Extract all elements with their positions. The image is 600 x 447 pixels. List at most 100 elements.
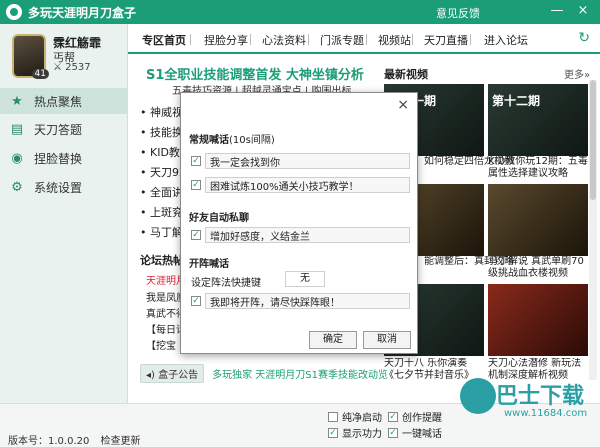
tab-sects[interactable]: 门派专题 xyxy=(320,32,364,48)
minimize-button[interactable]: — xyxy=(548,2,566,20)
points-icon: ⚔ xyxy=(53,62,62,73)
tab-separator xyxy=(250,34,251,45)
notice-text[interactable]: 多玩独家 天涯明月刀S1赛季技能改动览 xyxy=(212,366,388,381)
list-item[interactable]: • 马丁解 xyxy=(140,224,183,240)
cancel-button[interactable]: 取消 xyxy=(363,331,411,349)
section-subtitle: (10s间隔) xyxy=(229,135,275,146)
close-button[interactable]: × xyxy=(574,2,592,20)
gear-icon: ⚙ xyxy=(11,179,23,195)
tab-separator xyxy=(412,34,413,45)
star-icon: ★ xyxy=(11,93,23,109)
checkbox-label: 纯净启动 xyxy=(342,413,382,424)
section-auto-chat: 好友自动私聊 xyxy=(189,213,249,224)
checkbox[interactable]: ✓ xyxy=(191,180,201,190)
app-logo-icon xyxy=(6,4,22,20)
video-thumb-text: 第十二期 xyxy=(492,94,541,108)
video-caption[interactable]: KID教你玩12期：五毒属性选择建议攻略 xyxy=(488,156,590,180)
video-thumbnail[interactable] xyxy=(488,284,588,356)
headline-link[interactable]: S1全职业技能调整首发 大神坐镇分析 xyxy=(146,64,364,83)
shout-message-field[interactable]: 我一定会找到你 xyxy=(205,153,410,169)
checkbox[interactable]: ✓ xyxy=(388,427,398,438)
sidebar-item-face[interactable]: ◉ 捏脸替换 xyxy=(0,145,127,171)
section-title: 常规喊话 xyxy=(189,135,229,146)
tab-live[interactable]: 天刀直播 xyxy=(424,32,468,48)
dialog-close-icon[interactable]: × xyxy=(397,97,409,113)
checkbox-show-power[interactable]: ✓ 显示功力 xyxy=(328,425,382,440)
checkbox[interactable]: ✓ xyxy=(388,411,398,422)
shout-message-field[interactable]: 困难试炼100%通关小技巧教学！ xyxy=(205,177,410,193)
checkbox-label: 显示功力 xyxy=(342,429,382,440)
notice-label[interactable]: ◂) 盒子公告 xyxy=(140,364,205,383)
video-caption[interactable]: 马丁解说 真武单刷70级挑战血衣楼视频 xyxy=(488,256,590,280)
ok-button[interactable]: 确定 xyxy=(309,331,357,349)
tab-forum[interactable]: 进入论坛 xyxy=(484,32,528,48)
user-points: ⚔ 2537 xyxy=(53,62,91,73)
hot-posts-title: 论坛热帖 xyxy=(140,254,184,267)
news-title: 马丁解 xyxy=(150,226,183,239)
video-thumbnail[interactable]: 第十二期 xyxy=(488,84,588,156)
list-item[interactable]: • 上斑兖 xyxy=(140,204,183,220)
face-icon: ◉ xyxy=(11,150,23,166)
section-regular-shout: 常规喊话(10s间隔) xyxy=(189,131,275,146)
scrollbar-thumb[interactable] xyxy=(590,80,596,200)
section-formation-shout: 开阵喊话 xyxy=(189,259,229,270)
notice-bar: ◂) 盒子公告 多玩独家 天涯明月刀S1赛季技能改动览 xyxy=(140,364,388,383)
tab-separator xyxy=(366,34,367,45)
avatar[interactable]: 41 xyxy=(12,34,49,79)
videos-scrollbar[interactable] xyxy=(589,80,597,380)
checkbox[interactable] xyxy=(328,411,338,422)
tab-home[interactable]: 专区首页 xyxy=(142,32,186,48)
checkbox-pure-start[interactable]: 纯净启动 xyxy=(328,409,382,424)
hot-post-link[interactable]: 【挖宝 xyxy=(146,337,176,352)
sidebar-item-hot[interactable]: ★ 热点聚焦 xyxy=(0,88,127,114)
refresh-icon[interactable]: ↻ xyxy=(578,30,590,46)
sidebar-item-label: 系统设置 xyxy=(34,180,83,195)
sidebar-item-label: 热点聚焦 xyxy=(34,94,83,109)
checkbox-label: 创作提醒 xyxy=(402,413,442,424)
checkbox-create-remind[interactable]: ✓ 创作提醒 xyxy=(388,409,442,424)
sidebar-item-label: 天刀答题 xyxy=(34,122,83,137)
tab-separator xyxy=(190,34,191,45)
window-title: 多玩天涯明月刀盒子 xyxy=(28,5,137,20)
speaker-icon: ◂) xyxy=(146,370,155,381)
version-value: 1.0.0.20 xyxy=(48,436,90,447)
more-link[interactable]: 更多» xyxy=(564,66,590,81)
list-item[interactable]: • 技能换 xyxy=(140,124,183,140)
news-title: 上斑兖 xyxy=(150,206,183,219)
tab-videos[interactable]: 视频站 xyxy=(378,32,411,48)
checkbox[interactable]: ✓ xyxy=(191,230,201,240)
checkbox[interactable]: ✓ xyxy=(191,296,201,306)
check-update-link[interactable]: 检查更新 xyxy=(101,436,141,447)
notice-label-text: 盒子公告 xyxy=(158,370,199,381)
videos-title: 最新视频 xyxy=(384,68,428,81)
video-thumbnail[interactable] xyxy=(488,184,588,256)
hotkey-input[interactable]: 无 xyxy=(285,271,325,287)
checkbox[interactable]: ✓ xyxy=(328,427,338,438)
watermark-logo-icon xyxy=(460,378,496,414)
tab-separator xyxy=(308,34,309,45)
version-label: 版本号： xyxy=(8,436,48,447)
tab-separator xyxy=(470,34,471,45)
tab-skills[interactable]: 心法资料 xyxy=(262,32,306,48)
watermark-text: 巴士下载 xyxy=(496,384,585,409)
chat-message-field[interactable]: 增加好感度，义结金兰 xyxy=(205,227,410,243)
feedback-link[interactable]: 意见反馈 xyxy=(436,5,480,21)
watermark: 巴士下载 www.11684.com xyxy=(460,376,600,436)
level-badge: 41 xyxy=(31,69,49,79)
title-bar: 多玩天涯明月刀盒子 意见反馈 — × xyxy=(0,0,600,24)
news-title: 全面讲 xyxy=(150,186,183,199)
document-icon: ▤ xyxy=(10,121,24,137)
checkbox-one-key-shout[interactable]: ✓ 一键喊话 xyxy=(388,425,442,440)
formation-message-field[interactable]: 我即将开阵，请尽快踩阵眼！ xyxy=(205,293,410,309)
list-item[interactable]: • 神威视 xyxy=(140,104,183,120)
checkbox[interactable]: ✓ xyxy=(191,156,201,166)
sidebar-item-settings[interactable]: ⚙ 系统设置 xyxy=(0,174,127,200)
news-title: 神威视 xyxy=(150,106,183,119)
sidebar: 41 霂红觞霏 丐帮 ⚔ 2537 ★ 热点聚焦 ▤ 天刀答题 ◉ 捏脸替换 ⚙… xyxy=(0,24,128,424)
tab-bar: 专区首页 捏脸分享 心法资料 门派专题 视频站 天刀直播 进入论坛 ↻ xyxy=(128,24,600,54)
list-item[interactable]: • 全面讲 xyxy=(140,184,183,200)
watermark-url: www.11684.com xyxy=(504,408,588,419)
sidebar-item-quiz[interactable]: ▤ 天刀答题 xyxy=(0,116,127,142)
hotkey-label: 设定阵法快捷键 xyxy=(191,278,261,289)
tab-face-share[interactable]: 捏脸分享 xyxy=(204,32,248,48)
